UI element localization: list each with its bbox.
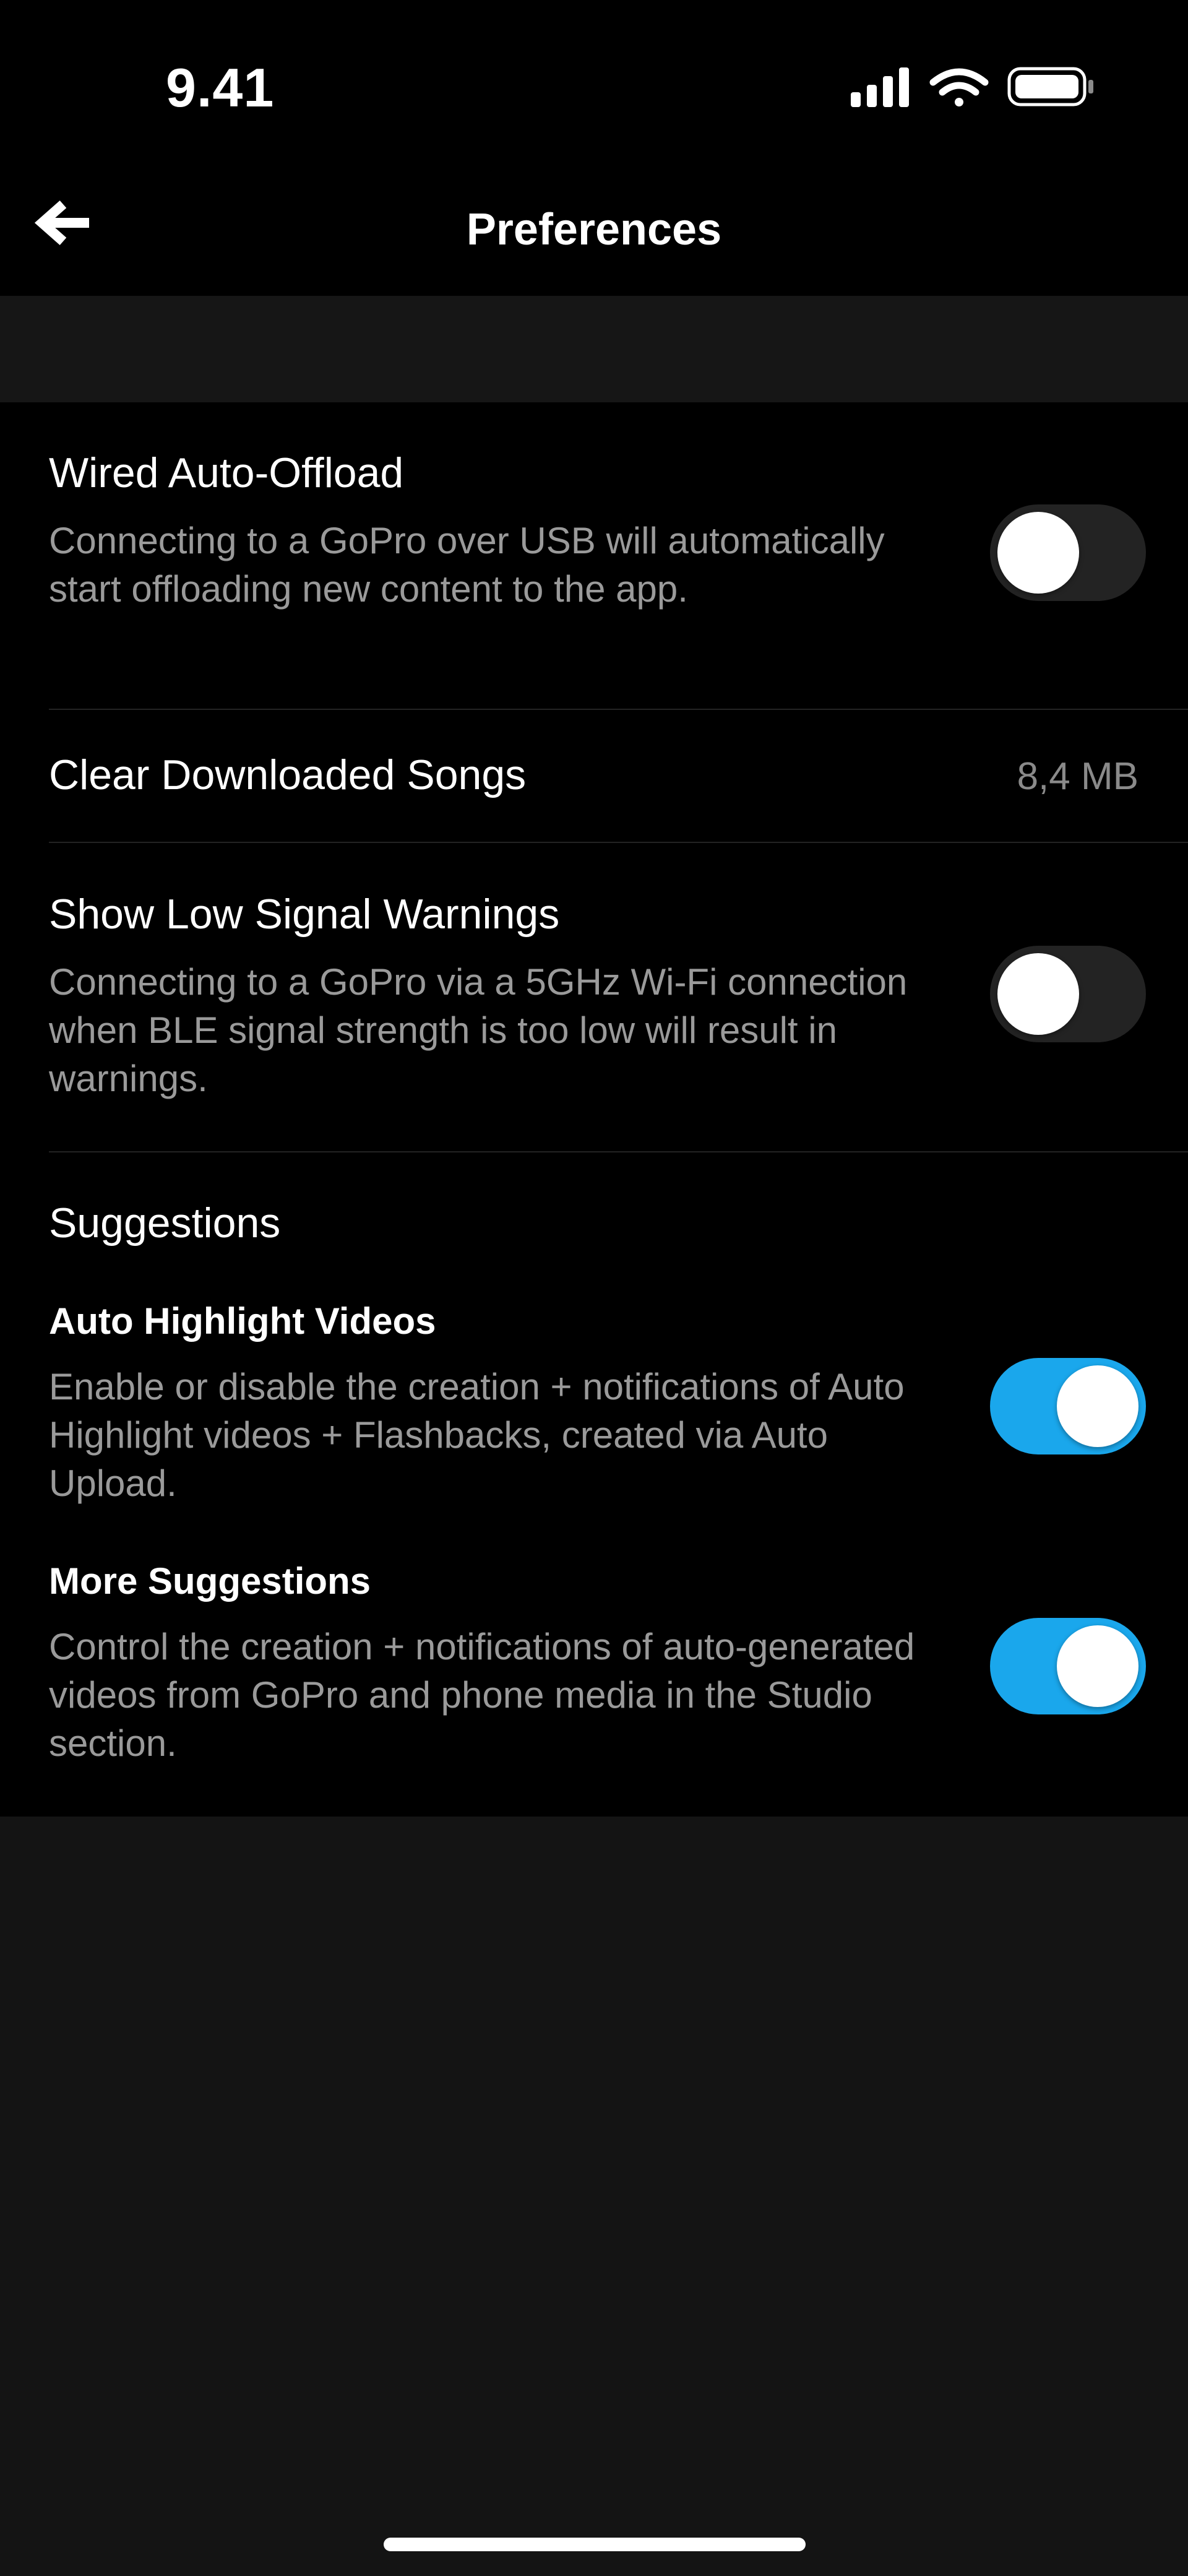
wifi-icon (929, 68, 989, 106)
more-suggestions-title: More Suggestions (49, 1560, 371, 1602)
page-title: Preferences (466, 205, 722, 254)
more-suggestions-description: Control the creation + notifications of … (49, 1626, 915, 1764)
setting-row-clear-downloaded-songs[interactable]: Clear Downloaded Songs 8,4 MB (0, 710, 1188, 842)
more-suggestions-toggle[interactable] (990, 1618, 1146, 1714)
wired-auto-offload-toggle[interactable] (990, 504, 1146, 601)
suggestions-section: Suggestions Auto Highlight Videos Enable… (0, 1152, 1188, 1817)
cellular-signal-icon (851, 67, 909, 107)
setting-title: Clear Downloaded Songs (49, 751, 527, 798)
setting-row-low-signal-warnings: Show Low Signal Warnings Connecting to a… (0, 843, 1188, 1151)
status-time: 9.41 (166, 57, 275, 118)
section-spacer (0, 296, 1188, 402)
battery-icon (1007, 67, 1093, 106)
setting-row-wired-auto-offload: Wired Auto-Offload Connecting to a GoPro… (0, 402, 1188, 709)
auto-highlight-title: Auto Highlight Videos (49, 1300, 436, 1342)
setting-title: Show Low Signal Warnings (49, 891, 560, 938)
downloaded-songs-size: 8,4 MB (1017, 755, 1138, 798)
setting-description: Connecting to a GoPro over USB will auto… (49, 520, 885, 610)
home-indicator[interactable] (384, 2538, 806, 2551)
setting-description: Connecting to a GoPro via a 5GHz Wi-Fi c… (49, 961, 908, 1099)
low-signal-warnings-toggle[interactable] (990, 946, 1146, 1042)
auto-highlight-description: Enable or disable the creation + notific… (49, 1366, 905, 1504)
settings-list: Wired Auto-Offload Connecting to a GoPro… (0, 402, 1188, 1817)
navigation-bar: Preferences (0, 149, 1188, 296)
setting-title: Wired Auto-Offload (49, 449, 404, 496)
status-icons (851, 65, 1098, 110)
auto-highlight-toggle[interactable] (990, 1358, 1146, 1454)
section-header: Suggestions (49, 1199, 281, 1247)
toggle-knob (997, 953, 1079, 1035)
toggle-knob (1057, 1625, 1138, 1707)
toggle-knob (997, 512, 1079, 594)
toggle-knob (1057, 1365, 1138, 1447)
